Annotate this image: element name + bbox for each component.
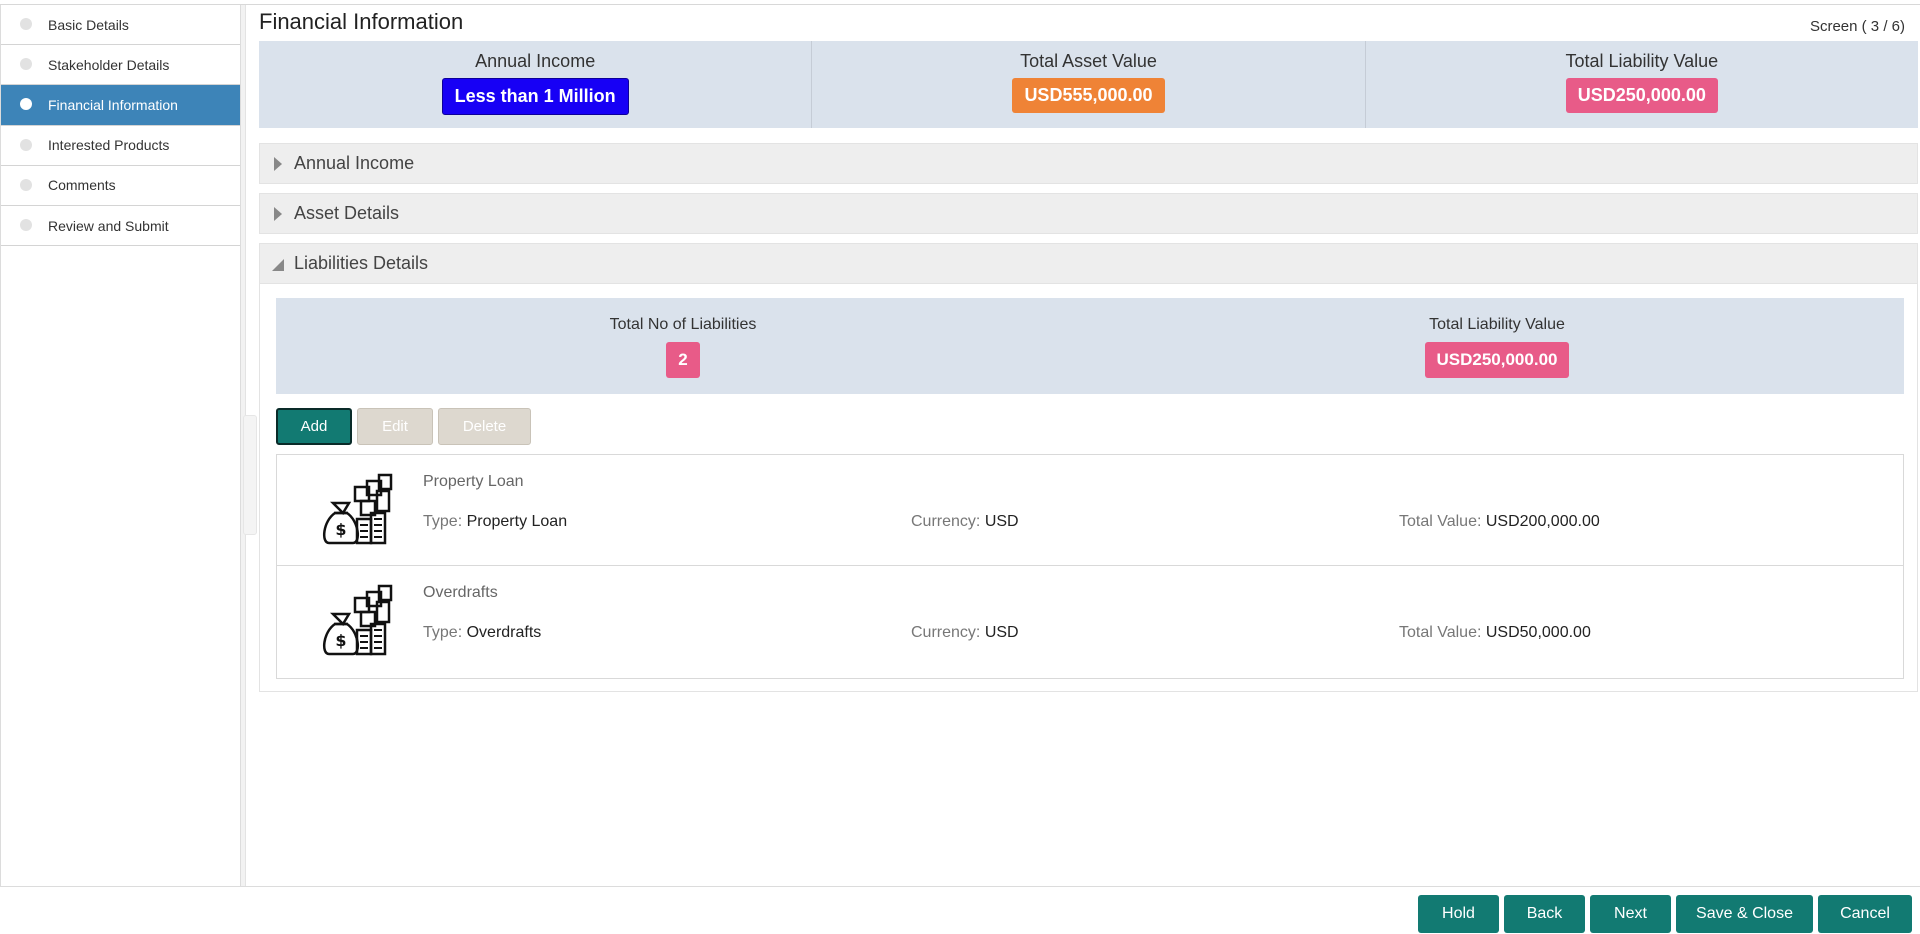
list-item[interactable]: $ Overdrafts Type: Overdrafts Currency: … xyxy=(277,566,1903,677)
step-review-and-submit[interactable]: Review and Submit xyxy=(1,206,240,247)
field-label: Total Value: xyxy=(1399,624,1482,641)
annual-income-badge: Less than 1 Million xyxy=(441,78,629,115)
footer-actions: Hold Back Next Save & Close Cancel xyxy=(1418,895,1912,933)
step-label: Review and Submit xyxy=(48,217,169,234)
step-basic-details[interactable]: Basic Details xyxy=(1,5,240,46)
field-label: Total Value: xyxy=(1399,513,1482,530)
save-close-button[interactable]: Save & Close xyxy=(1676,895,1813,933)
money-bag-stack-icon: $ xyxy=(322,473,393,545)
accordion-asset-details[interactable]: Asset Details xyxy=(259,193,1918,234)
accordion-liabilities-details[interactable]: Liabilities Details xyxy=(259,243,1918,284)
liability-total-badge: USD250,000.00 xyxy=(1424,342,1570,378)
page-title: Financial Information xyxy=(259,9,464,34)
step-comments[interactable]: Comments xyxy=(1,166,240,206)
step-indicator-icon xyxy=(20,18,32,30)
liability-actions: Add Edit Delete xyxy=(276,408,531,445)
field-value: USD50,000.00 xyxy=(1485,624,1591,641)
delete-button[interactable]: Delete xyxy=(438,408,531,445)
step-label: Interested Products xyxy=(48,137,170,154)
hold-button[interactable]: Hold xyxy=(1418,895,1499,933)
liabilities-list: $ Property Loan Type: Property Loan Curr… xyxy=(276,454,1904,679)
back-button[interactable]: Back xyxy=(1504,895,1585,933)
step-indicator-icon xyxy=(20,98,32,111)
financial-summary-bar: Annual Income Less than 1 Million Total … xyxy=(259,41,1918,128)
summary-label: Total Liability Value xyxy=(1565,51,1719,71)
svg-text:$: $ xyxy=(335,520,346,539)
step-label: Financial Information xyxy=(48,96,178,113)
summary-total-liability: Total Liability Value USD250,000.00 xyxy=(1366,41,1918,128)
accordion-annual-income[interactable]: Annual Income xyxy=(259,143,1918,184)
summary-total-asset: Total Asset Value USD555,000.00 xyxy=(812,41,1366,128)
svg-text:$: $ xyxy=(335,631,346,650)
expand-arrow-icon xyxy=(274,157,282,171)
step-label: Comments xyxy=(48,177,116,194)
accordion-label: Asset Details xyxy=(294,203,400,223)
sidebar-resize-handle[interactable] xyxy=(243,415,257,535)
list-item[interactable]: $ Property Loan Type: Property Loan Curr… xyxy=(277,455,1903,566)
liability-total-value: Total Value: USD50,000.00 xyxy=(1399,624,1591,642)
summary-label: Total No of Liabilities xyxy=(609,316,757,333)
step-indicator-icon xyxy=(20,138,32,151)
step-stakeholder-details[interactable]: Stakeholder Details xyxy=(1,45,240,86)
step-financial-information[interactable]: Financial Information xyxy=(1,85,240,126)
summary-annual-income: Annual Income Less than 1 Million xyxy=(259,41,813,128)
step-interested-products[interactable]: Interested Products xyxy=(1,126,240,166)
summary-label: Annual Income xyxy=(475,51,596,71)
step-label: Stakeholder Details xyxy=(48,56,170,73)
step-indicator-icon xyxy=(20,58,32,71)
liability-currency: Currency: USD xyxy=(911,513,1019,531)
field-label: Currency: xyxy=(911,513,981,530)
liabilities-summary: Total No of Liabilities 2 Total Liabilit… xyxy=(276,298,1904,394)
liability-name: Property Loan xyxy=(423,473,524,490)
summary-label: Total Liability Value xyxy=(1429,316,1565,333)
add-button[interactable]: Add xyxy=(276,408,352,445)
step-indicator-icon xyxy=(20,178,32,191)
total-asset-badge: USD555,000.00 xyxy=(1012,78,1165,113)
field-label: Currency: xyxy=(911,624,981,641)
step-label: Basic Details xyxy=(48,16,129,33)
footer-bar: Hold Back Next Save & Close Cancel xyxy=(0,886,1920,934)
field-label: Type: xyxy=(423,624,463,641)
collapse-arrow-icon xyxy=(272,259,284,271)
accordion-label: Annual Income xyxy=(294,153,415,173)
field-value: Property Loan xyxy=(466,513,568,530)
liability-type: Type: Property Loan xyxy=(423,513,567,531)
liability-name: Overdrafts xyxy=(423,584,498,601)
accordion-label: Liabilities Details xyxy=(294,253,429,273)
money-bag-stack-icon: $ xyxy=(322,584,393,656)
field-value: Overdrafts xyxy=(466,624,542,641)
liability-type: Type: Overdrafts xyxy=(423,624,541,642)
window-top-border xyxy=(0,0,1920,5)
liabilities-panel: Total No of Liabilities 2 Total Liabilit… xyxy=(259,284,1918,692)
step-indicator-icon xyxy=(20,218,32,231)
liability-count-badge: 2 xyxy=(666,342,700,378)
summary-label: Total Asset Value xyxy=(1020,51,1157,71)
liability-currency: Currency: USD xyxy=(911,624,1019,642)
summary-liability-total: Total Liability Value USD250,000.00 xyxy=(1090,298,1904,394)
next-button[interactable]: Next xyxy=(1590,895,1671,933)
field-value: USD xyxy=(984,624,1019,641)
summary-liability-count: Total No of Liabilities 2 xyxy=(276,298,1090,394)
edit-button[interactable]: Edit xyxy=(357,408,433,445)
field-value: USD xyxy=(984,513,1019,530)
liability-total-value: Total Value: USD200,000.00 xyxy=(1399,513,1600,531)
wizard-steps-sidebar: Basic Details Stakeholder Details Financ… xyxy=(0,5,241,886)
expand-arrow-icon xyxy=(274,207,282,221)
cancel-button[interactable]: Cancel xyxy=(1818,895,1912,933)
total-liability-badge: USD250,000.00 xyxy=(1565,78,1718,113)
field-label: Type: xyxy=(423,513,463,530)
screen-counter: Screen ( 3 / 6) xyxy=(1809,18,1905,35)
field-value: USD200,000.00 xyxy=(1485,513,1600,530)
